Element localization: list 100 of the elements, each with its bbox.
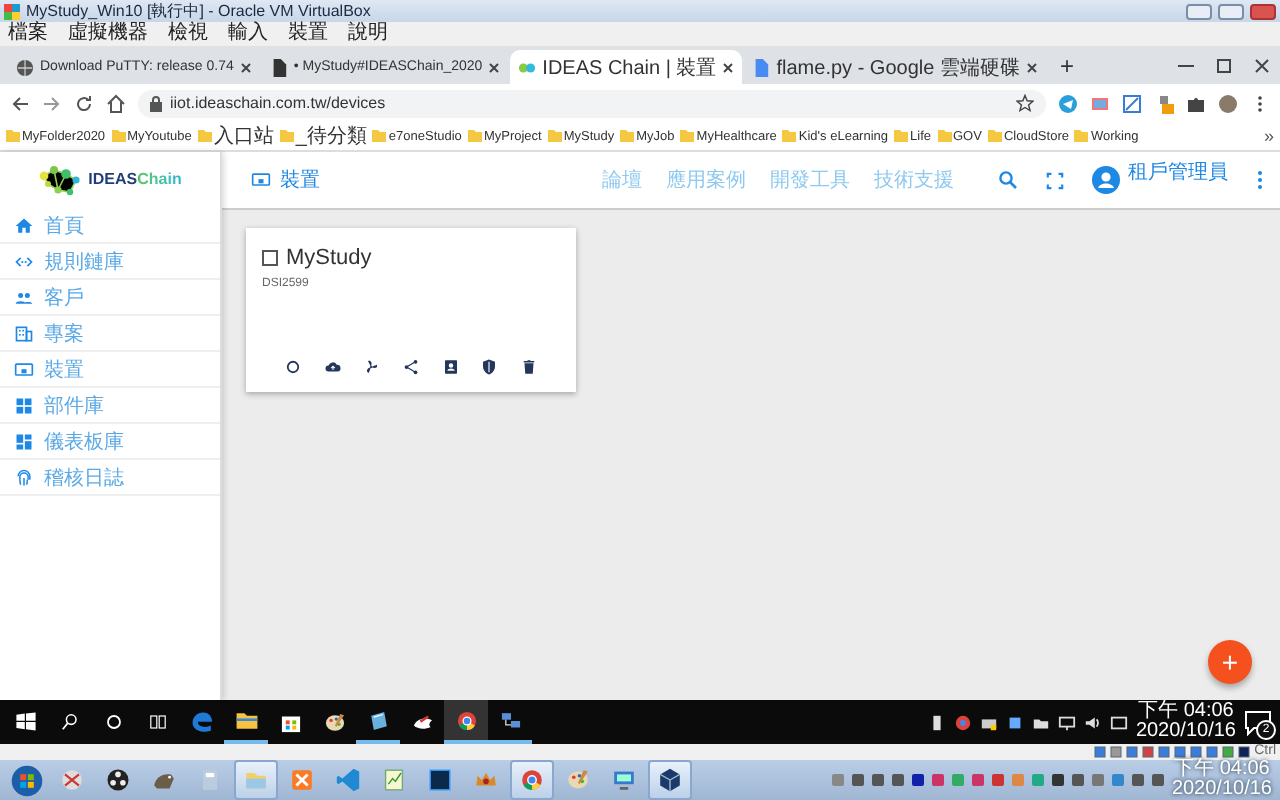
chrome-icon[interactable]	[953, 713, 972, 731]
share-icon[interactable]	[401, 358, 420, 376]
folder-icon	[372, 130, 387, 142]
back-arrow-icon[interactable]	[10, 93, 30, 113]
restore-icon[interactable]	[1214, 58, 1234, 74]
building-icon	[14, 323, 34, 343]
home-icon	[14, 215, 34, 235]
device-icon	[250, 170, 272, 190]
notepad-chart-icon	[380, 766, 408, 794]
paint-icon	[409, 709, 435, 735]
cloud-icon[interactable]	[323, 358, 342, 376]
shield-icon[interactable]	[480, 358, 499, 376]
notebook-icon	[365, 707, 391, 733]
forward-arrow-icon[interactable]	[42, 93, 62, 113]
home-icon[interactable]	[106, 93, 126, 113]
close-tab-icon[interactable]	[488, 61, 501, 73]
people-icon	[14, 287, 34, 307]
logo-text: IDEASChain	[88, 170, 182, 190]
more-bookmarks-button[interactable]: »	[1263, 126, 1274, 146]
notification-icon[interactable]	[1244, 708, 1272, 736]
reload-icon[interactable]	[74, 93, 94, 113]
folder-icon	[680, 130, 695, 142]
folder-icon	[279, 130, 294, 142]
scissors-icon	[58, 766, 86, 794]
restore-button[interactable]	[1218, 3, 1244, 19]
dashboard-icon	[14, 431, 34, 451]
remote-desktop-icon	[610, 766, 638, 794]
tab-title: flame.py - Google 雲端硬碟	[776, 55, 1020, 81]
widgets-icon	[14, 395, 34, 415]
cube-icon	[656, 766, 684, 794]
monitor-icon[interactable]	[1057, 713, 1076, 731]
keyboard-icon[interactable]	[1109, 713, 1128, 731]
drive-icon[interactable]	[979, 713, 998, 731]
folder-icon	[6, 130, 20, 142]
folder-icon	[937, 130, 951, 142]
search-icon[interactable]	[58, 710, 82, 734]
folder-icon	[782, 130, 797, 142]
document-icon	[752, 57, 771, 77]
palette-icon	[564, 766, 592, 794]
palette-icon	[321, 709, 347, 735]
folder-icon[interactable]	[1031, 713, 1050, 731]
start-orb-button[interactable]	[9, 763, 43, 797]
browser-tab[interactable]: IDEAS Chain | 裝置	[510, 50, 743, 84]
fullscreen-icon[interactable]	[1046, 171, 1064, 189]
document-icon	[269, 57, 288, 77]
star-icon[interactable]	[1016, 94, 1034, 112]
close-icon[interactable]	[1252, 58, 1272, 74]
camera-lens-icon	[104, 766, 132, 794]
chrome-icon	[453, 707, 479, 733]
circle-icon[interactable]	[284, 358, 303, 376]
contact-card-icon[interactable]	[441, 358, 460, 376]
start-button[interactable]	[14, 710, 38, 734]
chrome-icon	[518, 766, 546, 794]
minimize-button[interactable]	[1186, 3, 1212, 19]
new-tab-button[interactable]: +	[1047, 50, 1086, 84]
folder-icon	[547, 130, 562, 142]
task-view-icon[interactable]	[146, 710, 170, 734]
browser-tab[interactable]: flame.py - Google 雲端硬碟	[744, 50, 1046, 84]
avatar-icon[interactable]	[1218, 93, 1238, 113]
close-tab-icon[interactable]	[239, 61, 252, 73]
tab-title: IDEAS Chain | 裝置	[542, 55, 717, 81]
user-role: 租戶管理員	[1128, 159, 1228, 186]
screenshot-icon[interactable]	[1122, 93, 1142, 113]
network-computers-icon	[497, 707, 523, 733]
clock[interactable]: 下午 04:06 2020/10/16	[1135, 702, 1236, 742]
menu-item[interactable]: 虛擬機器	[68, 22, 148, 46]
taskbar-app-button[interactable]	[648, 760, 692, 800]
fan-icon[interactable]	[362, 358, 381, 376]
extension-badge-icon[interactable]	[1154, 93, 1174, 113]
menu-item[interactable]: 檢視	[168, 22, 208, 46]
menu-item[interactable]: 檔案	[8, 22, 48, 46]
trash-icon[interactable]	[519, 358, 538, 376]
menu-item[interactable]: 輸入	[228, 22, 268, 46]
close-button[interactable]	[1250, 3, 1276, 19]
close-tab-icon[interactable]	[1025, 61, 1038, 73]
bookmark[interactable]: 入口站	[197, 122, 274, 150]
telegram-icon[interactable]	[1058, 93, 1078, 113]
photoshop-icon	[426, 766, 454, 794]
usb-drive-icon[interactable]	[927, 713, 946, 731]
menu-item[interactable]: 說明	[348, 22, 388, 46]
globe-icon	[16, 57, 34, 77]
folder-icon	[987, 130, 1002, 142]
taskbar-app-button[interactable]	[444, 700, 488, 744]
folder-icon	[467, 130, 482, 142]
device-icon	[14, 359, 34, 379]
folder-icon	[233, 707, 259, 733]
checkbox[interactable]	[262, 250, 278, 266]
speaker-icon[interactable]	[1083, 713, 1102, 731]
photos-icon[interactable]	[1090, 93, 1110, 113]
network-logo-icon	[38, 164, 83, 196]
bookmark[interactable]: _待分類	[279, 122, 367, 150]
edge-icon	[189, 709, 215, 735]
menu-item[interactable]: 裝置	[288, 22, 328, 46]
close-tab-icon[interactable]	[722, 61, 735, 73]
user-avatar-icon[interactable]	[1092, 166, 1120, 194]
folder-icon	[197, 130, 212, 142]
folder-icon	[894, 130, 909, 142]
circle-icon[interactable]	[102, 710, 126, 734]
address-bar[interactable]: iiot.ideaschain.com.tw/devices	[138, 89, 1046, 117]
folder-icon	[620, 130, 635, 142]
